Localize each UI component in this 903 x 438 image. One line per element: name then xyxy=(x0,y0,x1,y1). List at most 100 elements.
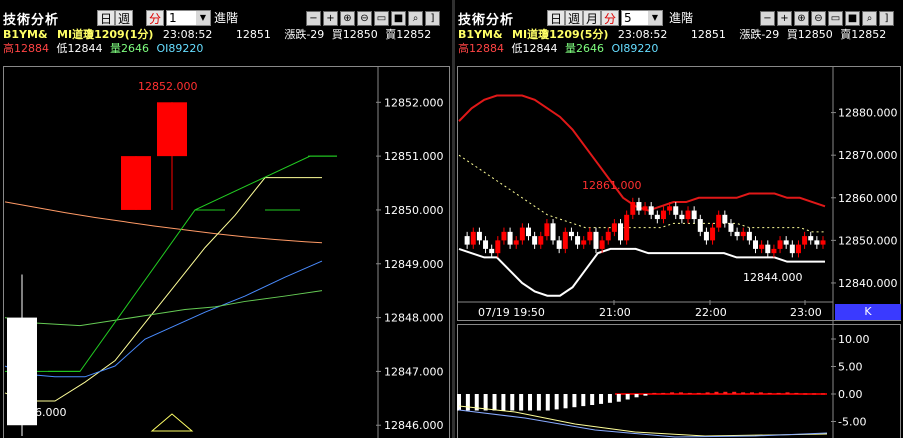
candle-body xyxy=(157,102,187,157)
indicator-line-5 xyxy=(5,155,337,372)
candle-body xyxy=(121,156,151,210)
candle-body xyxy=(538,236,544,245)
histogram-bar xyxy=(661,392,666,394)
histogram-bar xyxy=(501,394,506,411)
y-tick-label: 12849.000 xyxy=(384,258,444,271)
histogram-bar xyxy=(803,393,808,395)
x-tick-label: 23:00 xyxy=(790,306,822,319)
candle-body xyxy=(728,223,734,232)
chart-5min-svg[interactable]: 12880.000 12870.000 12860.000 12850.000 1284… xyxy=(455,0,903,438)
candle-body xyxy=(513,240,519,245)
candle-body xyxy=(587,231,593,241)
candle-body xyxy=(802,236,808,245)
candle-body xyxy=(753,240,759,249)
histogram-bar xyxy=(705,392,710,394)
candle-body xyxy=(489,248,495,254)
histogram-bar xyxy=(634,394,639,398)
candle-body xyxy=(660,210,666,220)
candle-body xyxy=(476,231,482,241)
candle-body xyxy=(501,231,507,241)
x-tick-label: 21:00 xyxy=(599,306,631,319)
chart-1min-svg[interactable]: 12852.000 12851.000 12850.000 12849.000 1284… xyxy=(0,0,452,438)
candle-body xyxy=(599,240,605,249)
histogram-bar xyxy=(554,394,559,410)
histogram-bar xyxy=(590,394,595,405)
histogram-bar xyxy=(794,392,799,394)
histogram-bar xyxy=(652,392,657,394)
histogram-bar xyxy=(625,394,630,400)
candle-body xyxy=(783,240,789,245)
histogram-bar xyxy=(785,392,790,394)
chart-panel-5min: 技術分析 日 週 月 分 5 ▼ 進階 − + ⊕ ⊖ ▭ ■ ⌕] B1YM& MI道瓊1… xyxy=(455,0,903,438)
candle-body xyxy=(740,231,746,237)
candle-body xyxy=(562,231,568,249)
y-tick-label: 12850.000 xyxy=(838,234,898,247)
histogram-bar xyxy=(714,391,719,394)
candle-body xyxy=(556,240,562,249)
candle-body xyxy=(734,231,740,237)
histogram-bar xyxy=(749,392,754,394)
candle-body xyxy=(746,231,752,241)
candle-body xyxy=(673,206,679,215)
y-tick-label: 12840.000 xyxy=(838,277,898,290)
histogram-bar xyxy=(465,394,470,411)
candle-body xyxy=(568,231,574,237)
y-tick-label: 12880.000 xyxy=(838,107,898,120)
candle-body xyxy=(722,214,728,224)
candle-body xyxy=(464,236,470,245)
candle-body xyxy=(624,214,630,241)
candle-body xyxy=(697,219,703,232)
candle-body xyxy=(630,202,636,215)
candle-body xyxy=(771,248,777,254)
indicator-tick-label: 10.00 xyxy=(838,333,870,346)
low-annotation: 12846.000 xyxy=(7,406,67,419)
low-annotation: 12844.000 xyxy=(743,271,803,284)
candle-body xyxy=(759,244,765,249)
candle-body xyxy=(550,223,556,241)
histogram-bar xyxy=(741,392,746,394)
chart-panel-1min: 技術分析 日 週 分 1 ▼ 進階 − + ⊕ ⊖ ▭ ■ ⌕] B1YM& MI道瓊120… xyxy=(0,0,452,438)
histogram-bar xyxy=(812,393,817,395)
histogram-bar xyxy=(528,394,533,411)
candle-body xyxy=(581,240,587,245)
y-tick-label: 12847.000 xyxy=(384,365,444,378)
indicator-line-4 xyxy=(4,290,323,327)
indicator-tick-label: 5.00 xyxy=(838,361,863,374)
histogram-bar xyxy=(821,393,825,395)
candle-body xyxy=(654,214,660,220)
x-tick-label: 22:00 xyxy=(695,306,727,319)
candle-body xyxy=(648,206,654,215)
candle-body xyxy=(814,240,820,245)
candle-body xyxy=(519,227,525,241)
indicator-line-3 xyxy=(4,260,323,378)
histogram-bar xyxy=(678,392,683,394)
candle-body xyxy=(483,240,489,249)
indicator-line-2 xyxy=(4,177,322,402)
k-chart-button[interactable]: K xyxy=(835,304,901,320)
histogram-bar xyxy=(723,391,728,394)
candle-body xyxy=(544,223,550,237)
candle-body xyxy=(618,223,624,241)
candle-body xyxy=(820,240,826,245)
high-annotation: 12861.000 xyxy=(582,179,642,192)
histogram-bar xyxy=(767,392,772,394)
histogram-bar xyxy=(776,392,781,394)
candle-body xyxy=(691,210,697,220)
y-tick-label: 12846.000 xyxy=(384,419,444,432)
y-tick-label: 12851.000 xyxy=(384,150,444,163)
histogram-bar xyxy=(758,392,763,394)
histogram-bar xyxy=(581,394,586,407)
histogram-bar xyxy=(732,391,737,394)
y-tick-label: 12848.000 xyxy=(384,312,444,325)
histogram-bar xyxy=(457,394,461,411)
candle-body xyxy=(777,240,783,249)
triangle-marker-icon xyxy=(150,413,194,432)
candle-body xyxy=(470,231,476,245)
histogram-bar xyxy=(687,392,692,394)
bollinger-upper-line xyxy=(458,94,826,212)
histogram-bar xyxy=(545,394,550,411)
histogram-bar xyxy=(492,394,497,411)
candle-body xyxy=(685,210,691,220)
candle-body xyxy=(716,214,722,228)
indicator-line-1 xyxy=(4,201,323,244)
